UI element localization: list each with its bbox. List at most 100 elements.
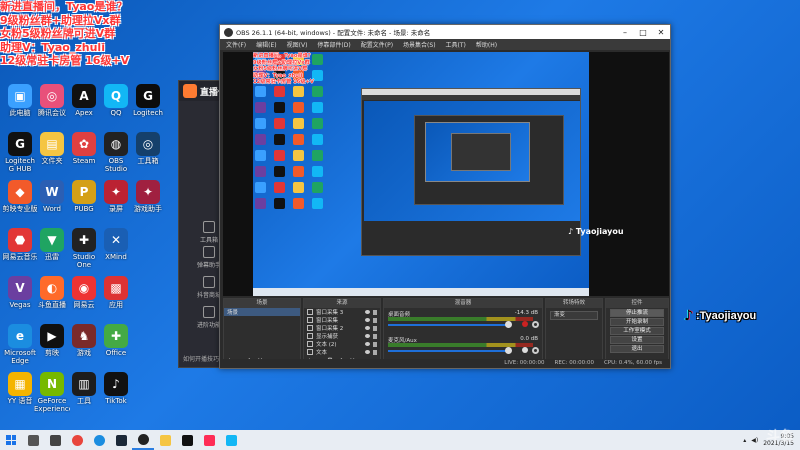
taskbar-apps [22, 430, 242, 450]
taskbar-folder-button[interactable] [154, 430, 176, 450]
desktop-icon[interactable]: ✿ Steam [66, 132, 102, 176]
lock-icon[interactable] [373, 341, 377, 347]
lock-icon[interactable] [373, 325, 377, 331]
desktop-icon[interactable]: ▤ 文件夹 [34, 132, 70, 176]
gear-icon[interactable] [532, 321, 539, 328]
menu-help[interactable]: 帮助(H) [476, 40, 497, 49]
desktop-icon[interactable]: N GeForce Experience [34, 372, 70, 416]
speaker-icon[interactable] [522, 347, 528, 353]
desktop-icon[interactable]: ♪ TikTok [98, 372, 134, 416]
taskbar-tiktok-button[interactable] [176, 430, 198, 450]
desktop-icon[interactable]: ▥ 工具 [66, 372, 102, 416]
maximize-icon[interactable]: □ [634, 28, 652, 37]
gear-icon[interactable] [532, 347, 539, 354]
desktop-icon[interactable]: ✦ 游戏助手 [130, 180, 166, 224]
desktop-icon[interactable]: ✚ Studio One [66, 228, 102, 272]
desktop-icon[interactable]: G Logitech G HUB [2, 132, 38, 176]
menu-scene-collection[interactable]: 场景集合(S) [403, 40, 436, 49]
volume-slider[interactable] [388, 321, 512, 328]
desktop-icon[interactable]: ◎ 腾讯会议 [34, 84, 70, 128]
taskbar-search-button[interactable] [22, 430, 44, 450]
desktop-icon[interactable]: ⬣ 网易云音乐 [2, 228, 38, 272]
menu-edit[interactable]: 编辑(E) [256, 40, 276, 49]
desktop-icon[interactable]: e Microsoft Edge [2, 324, 38, 368]
desktop-icon[interactable]: ◉ 网易云 [66, 276, 102, 320]
source-item[interactable]: 显示捕获 [304, 332, 380, 340]
tiktok-icon [181, 434, 193, 446]
desktop-icon[interactable]: ✚ Office [98, 324, 134, 368]
minimize-icon[interactable]: – [616, 28, 634, 37]
taskbar-qq-button[interactable] [220, 430, 242, 450]
eye-icon[interactable] [365, 326, 370, 330]
desktop-icon-glyph: ◍ [104, 132, 128, 156]
close-icon[interactable]: ✕ [652, 28, 670, 37]
desktop-icon[interactable]: ◍ OBS Studio [98, 132, 134, 176]
desktop-icon-glyph: ⬣ [8, 228, 32, 252]
start-recording-button[interactable]: 开始录制 [610, 318, 664, 326]
studio-mode-button[interactable]: 工作室模式 [610, 327, 664, 335]
desktop-icon-label: QQ [110, 109, 122, 117]
source-item[interactable]: 窗口采集 [304, 316, 380, 324]
mute-icon[interactable] [522, 321, 528, 327]
eye-icon[interactable] [365, 342, 370, 346]
taskbar-task-view-button[interactable] [44, 430, 66, 450]
desktop-icon[interactable]: ▶ 剪映 [34, 324, 70, 368]
volume-slider[interactable] [388, 347, 512, 354]
lock-icon[interactable] [373, 333, 377, 339]
source-item[interactable]: 窗口采集 3 [304, 308, 380, 316]
desktop-icon[interactable]: ◐ 斗鱼直播 [34, 276, 70, 320]
eye-icon[interactable] [365, 318, 370, 322]
taskbar-steam-button[interactable] [110, 430, 132, 450]
desktop-icon-label: Studio One [72, 253, 96, 269]
desktop-icon[interactable]: G Logitech [130, 84, 166, 128]
desktop-icon[interactable]: Q QQ [98, 84, 134, 128]
menu-docks[interactable]: 停靠部件(D) [317, 40, 350, 49]
menu-profile[interactable]: 配置文件(P) [361, 40, 393, 49]
taskbar-chrome-button[interactable] [66, 430, 88, 450]
volume-icon[interactable]: ◀) [751, 437, 758, 444]
eye-icon[interactable] [365, 334, 370, 338]
exit-button[interactable]: 退出 [610, 345, 664, 353]
eye-icon[interactable] [365, 350, 370, 354]
start-button[interactable] [0, 430, 22, 450]
desktop-icon[interactable]: V Vegas [2, 276, 38, 320]
source-type-icon [307, 309, 313, 315]
chrome-icon [71, 434, 83, 446]
obs-preview[interactable]: 新进直播间，Tyao是谁？ 9级粉丝群+助理拉Vx群 女粉5级粉丝牌可进V群 助… [223, 52, 669, 296]
stop-streaming-button[interactable]: 停止推流 [610, 309, 664, 317]
taskbar-edge-button[interactable] [88, 430, 110, 450]
source-item[interactable]: 文本 (2) [304, 340, 380, 348]
menu-file[interactable]: 文件(F) [226, 40, 246, 49]
desktop-icon[interactable]: A Apex [66, 84, 102, 128]
companion-footer[interactable]: 如何开播技巧 [183, 354, 219, 363]
lock-icon[interactable] [373, 349, 377, 355]
taskbar-obs-button[interactable] [132, 430, 154, 450]
source-item[interactable]: 文本 [304, 348, 380, 356]
desktop-icon[interactable]: ▣ 此电脑 [2, 84, 38, 128]
network-icon[interactable]: ▴ [743, 437, 746, 444]
obs-titlebar[interactable]: OBS 26.1.1 (64-bit, windows) - 配置文件: 未命名… [220, 25, 670, 39]
desktop-icon[interactable]: ▦ YY 语音 [2, 372, 38, 416]
taskbar-douyin-button[interactable] [198, 430, 220, 450]
desktop-icon[interactable]: ▩ 应用 [98, 276, 134, 320]
settings-button[interactable]: 设置 [610, 336, 664, 344]
eye-icon[interactable] [365, 310, 370, 314]
desktop-icon[interactable]: ▼ 迅雷 [34, 228, 70, 272]
transition-select[interactable]: 渐变 [550, 311, 598, 320]
desktop-icon[interactable]: P PUBG [66, 180, 102, 224]
menu-tools[interactable]: 工具(T) [446, 40, 466, 49]
obs-window[interactable]: OBS 26.1.1 (64-bit, windows) - 配置文件: 未命名… [219, 24, 671, 369]
source-item[interactable]: 窗口采集 2 [304, 324, 380, 332]
lock-icon[interactable] [373, 317, 377, 323]
menu-view[interactable]: 视图(V) [287, 40, 308, 49]
desktop-icon[interactable]: W Word [34, 180, 70, 224]
desktop-icon-glyph: N [40, 372, 64, 396]
lock-icon[interactable] [373, 309, 377, 315]
desktop-icon[interactable]: ✕ XMind [98, 228, 134, 272]
scene-item[interactable]: 场景 [224, 308, 300, 316]
desktop-icon[interactable]: ◆ 剪映专业版 [2, 180, 38, 224]
desktop-icon[interactable]: ◎ 工具箱 [130, 132, 166, 176]
desktop-icon-label: 腾讯会议 [38, 109, 66, 117]
desktop-icon[interactable]: ♞ 游戏 [66, 324, 102, 368]
desktop-icon[interactable]: ✦ 录屏 [98, 180, 134, 224]
